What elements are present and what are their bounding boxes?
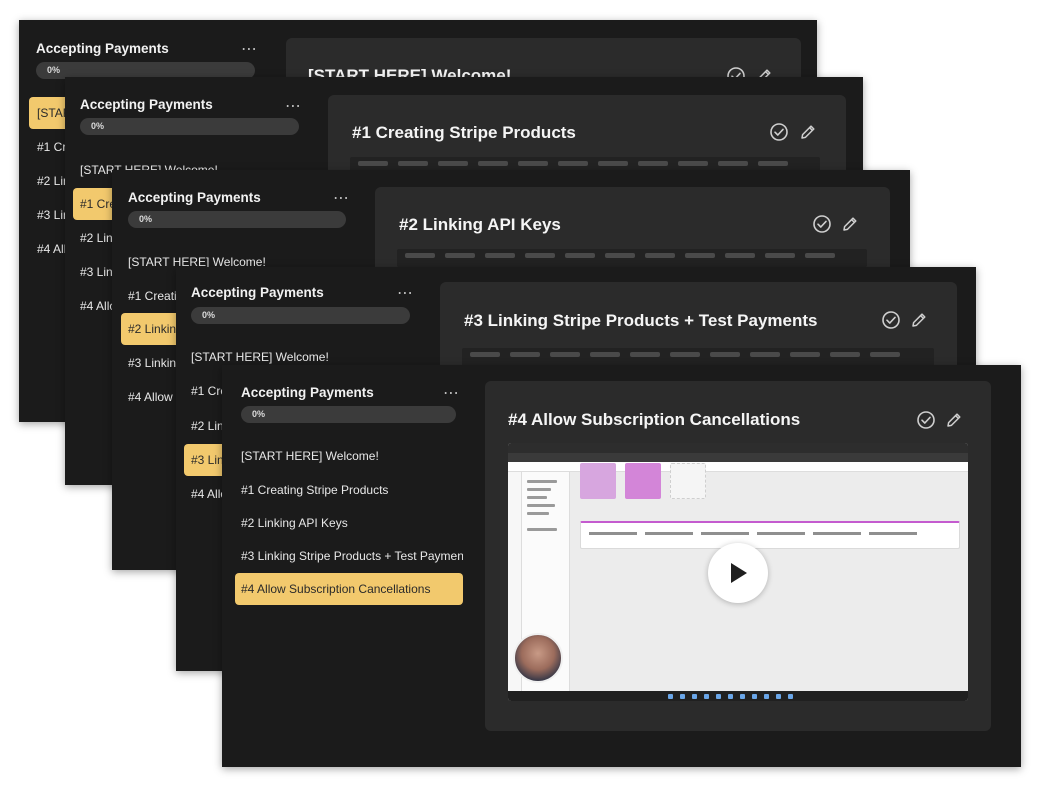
pencil-icon[interactable]	[798, 122, 818, 142]
lesson-title: #3 Linking Stripe Products + Test Paymen…	[464, 311, 818, 330]
progress-text: 0%	[139, 214, 153, 224]
video-note-when-selected	[625, 463, 661, 499]
video-workflow-row	[580, 521, 960, 549]
progress-text: 0%	[47, 65, 61, 75]
more-icon[interactable]: ⋯	[333, 191, 350, 207]
course-title: Accepting Payments	[128, 190, 261, 205]
video-browser-strip	[397, 249, 867, 267]
lesson-item-2[interactable]: #2 Linking API Keys	[235, 507, 463, 539]
progress-text: 0%	[91, 121, 105, 131]
progress-text: 0%	[252, 409, 266, 419]
more-icon[interactable]: ⋯	[443, 386, 460, 402]
lesson-sidebar: Accepting Payments ⋯ 0% [START HERE] Wel…	[222, 365, 472, 767]
progress-bar: 0%	[80, 118, 299, 135]
lesson-title: #4 Allow Subscription Cancellations	[508, 410, 801, 429]
course-title: Accepting Payments	[241, 385, 374, 400]
video-note-placeholder	[670, 463, 706, 499]
video-player[interactable]	[508, 443, 968, 701]
lesson-item-4[interactable]: #4 Allow Subscription Cancellations	[235, 573, 463, 605]
video-note-when	[580, 463, 616, 499]
pencil-icon[interactable]	[909, 310, 929, 330]
progress-bar: 0%	[191, 307, 410, 324]
progress-bar: 0%	[241, 406, 456, 423]
lesson-card: #4 Allow Subscription Cancellations	[485, 381, 991, 731]
check-circle-icon[interactable]	[812, 214, 832, 234]
course-title: Accepting Payments	[80, 97, 213, 112]
lesson-item-3[interactable]: #3 Linking Stripe Products + Test Paymen…	[235, 540, 463, 572]
video-app-topbar	[508, 462, 968, 472]
video-address-bar	[508, 453, 968, 462]
check-circle-icon[interactable]	[881, 310, 901, 330]
course-title: Accepting Payments	[36, 41, 169, 56]
video-browser-strip	[462, 348, 934, 366]
video-browser-tabs	[508, 443, 968, 453]
progress-bar: 0%	[128, 211, 346, 228]
more-icon[interactable]: ⋯	[397, 286, 414, 302]
presenter-avatar	[513, 633, 563, 683]
lesson-item-start[interactable]: [START HERE] Welcome!	[235, 440, 463, 472]
more-icon[interactable]: ⋯	[241, 42, 258, 58]
pencil-icon[interactable]	[840, 214, 860, 234]
course-title: Accepting Payments	[191, 285, 324, 300]
play-icon[interactable]	[708, 543, 768, 603]
lesson-item-1[interactable]: #1 Creating Stripe Products	[235, 474, 463, 506]
lesson-title: #1 Creating Stripe Products	[352, 123, 576, 142]
lesson-title: #2 Linking API Keys	[399, 215, 561, 234]
video-taskbar	[508, 691, 968, 701]
pencil-icon[interactable]	[944, 410, 964, 430]
check-circle-icon[interactable]	[916, 410, 936, 430]
progress-text: 0%	[202, 310, 216, 320]
more-icon[interactable]: ⋯	[285, 99, 302, 115]
lesson-panel-4: Accepting Payments ⋯ 0% [START HERE] Wel…	[222, 365, 1021, 767]
check-circle-icon[interactable]	[769, 122, 789, 142]
video-browser-strip	[350, 157, 820, 171]
